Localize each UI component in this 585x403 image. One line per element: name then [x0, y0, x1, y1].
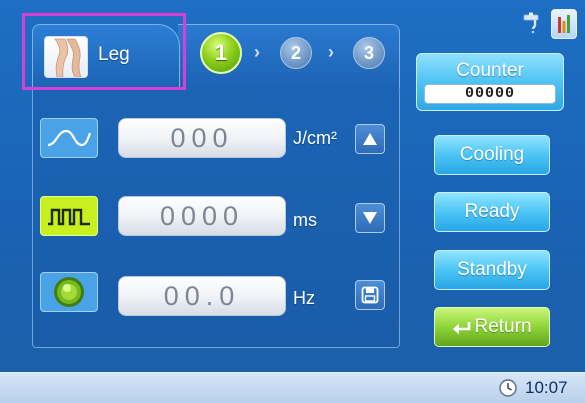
standby-button[interactable]: Standby — [434, 250, 550, 290]
return-label: Return — [474, 316, 532, 337]
save-icon — [361, 286, 379, 304]
counter-title: Counter — [456, 60, 524, 81]
chevron-right-icon: › — [254, 42, 260, 62]
fluence-wave-icon — [40, 118, 98, 158]
tab-highlight-box — [22, 13, 186, 90]
fluence-value-field[interactable]: 000 — [118, 118, 286, 158]
ready-button[interactable]: Ready — [434, 192, 550, 232]
frequency-value-field[interactable]: 00.0 — [118, 276, 286, 316]
increase-button[interactable] — [355, 124, 385, 154]
pulse-width-icon — [40, 196, 98, 236]
chevron-right-icon: › — [328, 42, 334, 62]
arrow-down-icon — [363, 212, 377, 224]
step-3-button[interactable]: 3 — [353, 37, 385, 69]
decrease-button[interactable] — [355, 203, 385, 233]
return-arrow-icon — [453, 322, 471, 335]
counter-value: 00000 — [424, 84, 556, 104]
step-2-button[interactable]: 2 — [280, 37, 312, 69]
pulse-width-unit-label: ms — [293, 210, 317, 230]
frequency-icon — [40, 272, 98, 312]
step-1-button[interactable]: 1 — [200, 32, 242, 74]
save-button[interactable] — [355, 280, 385, 310]
water-tap-icon[interactable] — [521, 12, 543, 34]
return-button[interactable]: Return — [434, 307, 550, 347]
clock-icon — [499, 379, 517, 397]
status-bar — [0, 372, 585, 403]
level-meter-icon[interactable] — [551, 9, 577, 39]
cooling-button[interactable]: Cooling — [434, 135, 550, 175]
frequency-unit-label: Hz — [293, 288, 315, 308]
fluence-unit-label: J/cm² — [293, 128, 337, 148]
clock-time: 10:07 — [525, 378, 568, 397]
pulse-width-value-field[interactable]: 0000 — [118, 196, 286, 236]
arrow-up-icon — [363, 133, 377, 145]
